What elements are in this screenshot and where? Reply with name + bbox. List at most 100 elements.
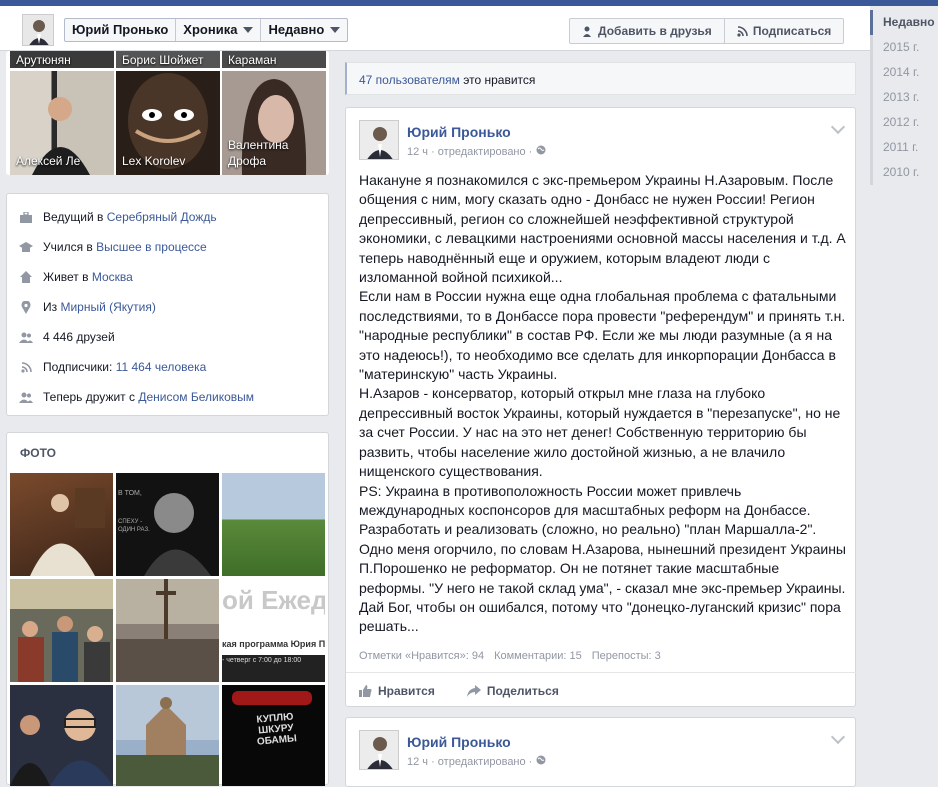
rss-icon [19,360,33,374]
post-paragraph: Н.Азаров - консерватор, который открыл м… [359,385,841,480]
friend-name: Караман [228,53,277,67]
friend-name: Борис Шойжет [122,53,204,67]
year-item-2014[interactable]: 2014 г. [870,60,938,85]
friend-tile[interactable]: Lex Korolev [116,71,220,175]
svg-text:В ТОМ,: В ТОМ, [118,490,142,497]
year-item-2011[interactable]: 2011 г. [870,135,938,160]
recent-label: Недавно [268,22,325,37]
year-item-recent[interactable]: Недавно [870,10,938,35]
friend-name: Алексей Ле [16,154,81,168]
photo-thumb[interactable] [10,473,113,576]
year-item-2013[interactable]: 2013 г. [870,85,938,110]
friend-tile[interactable]: Караман [222,51,326,68]
post-options-icon[interactable] [830,119,846,135]
post-body: Накануне я познакомился с экс-премьером … [359,171,847,637]
friend-tile[interactable]: Борис Шойжет [116,51,220,68]
share-button[interactable]: Поделиться [466,684,559,698]
photo-thumb[interactable]: В ТОМ, СПЕХУ - ОДИН РАЗ. [116,473,219,576]
friend-tile[interactable]: Валентина Дрофа [222,71,326,175]
about-followers: Подписчики: 11 464 человека [7,352,328,382]
left-column: Арутюнян Борис Шойжет Караман Алексей Ле… [6,51,329,175]
photo-thumb[interactable] [10,579,113,682]
post-card: Юрий Пронько 12 ч · отредактировано · [345,717,856,787]
about-card: Ведущий в Серебряный Дождь Учился в Высш… [6,193,329,416]
subscribe-button[interactable]: Подписаться [725,19,843,43]
profile-avatar[interactable] [22,14,54,46]
profile-name-label: Юрий Пронько [72,22,169,37]
photo-thumb[interactable] [116,579,219,682]
about-study-link[interactable]: Высшее в процессе [96,240,207,254]
header-nav-group: Юрий Пронько Хроника Недавно [64,18,349,42]
friends-grid: Арутюнян Борис Шойжет Караман Алексей Ле… [6,51,329,175]
share-arrow-icon [466,684,481,697]
about-friends: 4 446 друзей [7,322,328,352]
about-followers-prefix: Подписчики: [43,360,116,374]
globe-icon [536,755,546,768]
photo-caption: КУПЛЮ ШКУРУ ОБАМЫ [256,711,298,748]
year-item-2012[interactable]: 2012 г. [870,110,938,135]
post-card: Юрий Пронько 12 ч · отредактировано · На… [345,107,857,707]
friends-icon [19,330,33,344]
like-label: Нравится [378,683,435,698]
post-author-avatar[interactable] [359,120,399,160]
about-from-link[interactable]: Мирный (Якутия) [60,300,155,314]
about-work-prefix: Ведущий в [43,210,107,224]
photo-caption: - четверг с 7:00 до 18:00 [222,655,325,682]
post-paragraph: Если нам в России нужна еще одна глобаль… [359,288,846,383]
about-from-prefix: Из [43,300,61,314]
friend-name: Арутюнян [16,53,71,67]
year-item-2015[interactable]: 2015 г. [870,35,938,60]
globe-icon [536,145,546,158]
post-timestamp[interactable]: 12 ч · отредактировано · [407,756,532,768]
post-meta: 12 ч · отредактировано · [407,755,546,768]
svg-text:СПЕХУ -: СПЕХУ - [118,519,142,525]
about-followers-link[interactable]: 11 464 человека [116,360,207,374]
profile-name-button[interactable]: Юрий Пронько [65,19,177,41]
chronicle-label: Хроника [183,22,238,37]
add-friend-label: Добавить в друзья [598,24,712,38]
about-now-friends-link[interactable]: Денисом Беликовым [138,390,254,404]
friend-tile[interactable]: Арутюнян [10,51,114,68]
chronicle-dropdown[interactable]: Хроника [176,19,262,41]
photo-thumb[interactable] [10,685,113,786]
post-author-name[interactable]: Юрий Пронько [407,124,511,140]
year-item-2010[interactable]: 2010 г. [870,160,938,185]
rss-icon [737,25,748,37]
subscribe-label: Подписаться [752,24,832,38]
post-author-name[interactable]: Юрий Пронько [407,734,511,750]
location-pin-icon [19,300,33,314]
likers-link[interactable]: 47 пользователям [359,73,460,87]
about-study: Учился в Высшее в процессе [7,232,328,262]
post-timestamp[interactable]: 12 ч · отредактировано · [407,146,532,158]
chevron-down-icon [243,27,254,33]
post-comments-count[interactable]: Комментарии: 15 [494,650,582,662]
photo-thumb[interactable]: ой Ежедн кая программа Юрия Пр - четверг… [222,579,325,682]
header-actions: Добавить в друзья Подписаться [569,18,845,44]
about-work: Ведущий в Серебряный Дождь [7,202,328,232]
home-icon [19,270,33,284]
about-lives-link[interactable]: Москва [92,270,133,284]
about-friends-count: 4 446 друзей [43,330,115,344]
friend-name: Lex Korolev [122,154,186,168]
photo-thumb[interactable]: КУПЛЮ ШКУРУ ОБАМЫ [222,685,325,786]
like-button[interactable]: Нравится [359,684,435,698]
thumbs-up-icon [359,684,372,697]
photo-thumb[interactable] [116,685,219,786]
post-options-icon[interactable] [830,729,846,745]
recent-dropdown[interactable]: Недавно [261,19,347,41]
post-likes-count[interactable]: Отметки «Нравится»: 94 [359,650,484,662]
photos-card: ФОТО В ТОМ, СПЕХУ - ОДИН РАЗ. ой Ежедн кая… [6,432,329,786]
post-author-avatar[interactable] [359,730,399,770]
year-navigation: Недавно 2015 г. 2014 г. 2013 г. 2012 г. … [870,6,938,785]
friend-name: Валентина Дрофа [228,138,289,168]
friend-tile[interactable]: Алексей Ле [10,71,114,175]
friends-icon [19,390,33,404]
photos-title[interactable]: ФОТО [7,433,328,471]
about-work-link[interactable]: Серебряный Дождь [107,210,217,224]
photo-caption: кая программа Юрия Пр [222,639,325,655]
add-friend-button[interactable]: Добавить в друзья [570,19,725,43]
about-study-prefix: Учился в [43,240,97,254]
about-now-friends: Теперь дружит с Денисом Беликовым [7,382,328,412]
photo-thumb[interactable] [222,473,325,576]
post-shares-count[interactable]: Перепосты: 3 [592,650,661,662]
